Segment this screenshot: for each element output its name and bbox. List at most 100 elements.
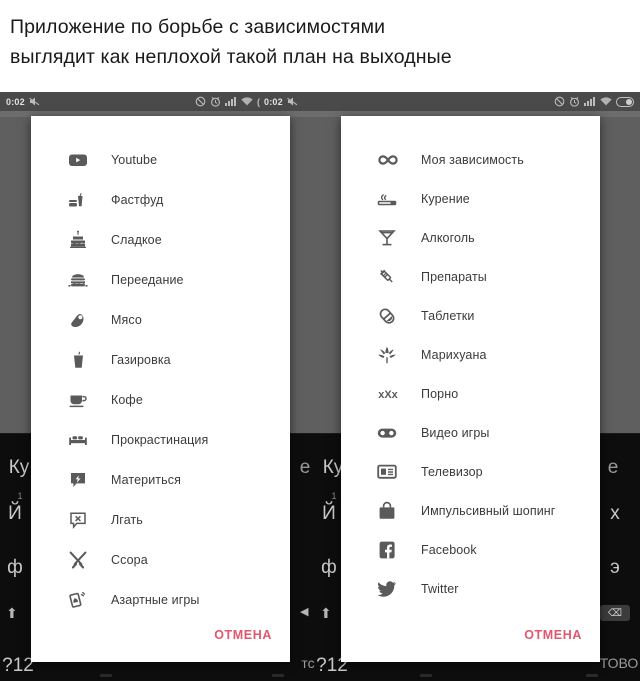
list-item[interactable]: Лгать xyxy=(31,500,290,540)
status-separator: ( xyxy=(257,96,260,107)
mute-icon xyxy=(554,96,565,107)
list-item-label: Youtube xyxy=(111,153,158,167)
meat-icon xyxy=(65,307,91,333)
list-item[interactable]: Сладкое xyxy=(31,220,290,260)
keyboard-key[interactable]: е xyxy=(296,457,314,479)
keyboard-key[interactable]: э xyxy=(604,557,626,579)
dialog-actions-left: ОТМЕНА xyxy=(31,608,290,662)
list-item[interactable]: Youtube xyxy=(31,140,290,180)
list-item[interactable]: Курение xyxy=(341,179,600,218)
list-item-label: Азартные игры xyxy=(111,593,200,607)
list-item[interactable]: Facebook xyxy=(341,530,600,569)
list-item[interactable]: Марихуана xyxy=(341,335,600,374)
status-clock-middle: 0:02 xyxy=(264,96,283,107)
list-item-label: Материться xyxy=(111,473,181,487)
cancel-button[interactable]: ОТМЕНА xyxy=(524,628,582,642)
keyboard-key[interactable]: х xyxy=(604,503,626,525)
wifi-icon xyxy=(241,97,253,106)
list-item[interactable]: Телевизор xyxy=(341,452,600,491)
list-item-label: Курение xyxy=(421,191,470,206)
list-item[interactable]: Таблетки xyxy=(341,296,600,335)
mute-icon xyxy=(287,97,298,106)
cigarette-icon xyxy=(375,186,401,212)
keyboard-key[interactable]: е xyxy=(604,457,622,479)
list-item[interactable]: Ссора xyxy=(31,540,290,580)
status-bar-left: 0:02 xyxy=(6,97,40,107)
keyboard-key[interactable]: ф xyxy=(318,557,340,579)
list-item[interactable]: xXx Порно xyxy=(341,374,600,413)
dialog-left: Youtube Фастфуд Сладкое Переедание Мясо … xyxy=(31,116,290,662)
list-item[interactable]: Импульсивный шопинг xyxy=(341,491,600,530)
cake-icon xyxy=(65,227,91,253)
facebook-icon xyxy=(375,537,401,563)
list-item-label: Моя зависимость xyxy=(421,152,524,167)
screenshot-root: Приложение по борьбе с зависимостями выг… xyxy=(0,0,640,681)
syringe-icon xyxy=(375,264,401,290)
list-item-label: Сладкое xyxy=(111,233,162,247)
list-item-label: Кофе xyxy=(111,393,143,407)
shift-arrow-icon[interactable]: ⬆ xyxy=(320,605,332,622)
addiction-list-right: Моя зависимость Курение Алкоголь Препара… xyxy=(341,116,600,608)
list-item-label: Twitter xyxy=(421,581,459,596)
pill-icon xyxy=(375,303,401,329)
phone-screenshot: 0:02 ( 0:02 Ку 1 Й ф ⬆ ?12 е ◀ тс Ку 1 Й… xyxy=(0,92,640,681)
list-item-label: Facebook xyxy=(421,542,477,557)
keyboard-key[interactable]: ТОВО xyxy=(596,655,640,671)
signal-icon xyxy=(225,97,237,106)
television-icon xyxy=(375,459,401,485)
infinity-icon xyxy=(375,147,401,173)
keyboard-key-hint: 1 xyxy=(331,491,337,501)
list-item-label: Марихуана xyxy=(421,347,487,362)
list-item-label: Прокрастинация xyxy=(111,433,209,447)
list-item-label: Мясо xyxy=(111,313,142,327)
signal-icon xyxy=(584,97,596,106)
list-item[interactable]: Газировка xyxy=(31,340,290,380)
crossed-swords-icon xyxy=(65,547,91,573)
list-item-label: Фастфуд xyxy=(111,193,164,207)
cancel-button[interactable]: ОТМЕНА xyxy=(214,628,272,642)
soda-cup-icon xyxy=(65,347,91,373)
bed-icon xyxy=(65,427,91,453)
list-item-label: Газировка xyxy=(111,353,171,367)
list-item-label: Лгать xyxy=(111,513,143,527)
list-item-label: Переедание xyxy=(111,273,184,287)
list-item-label: Алкоголь xyxy=(421,230,475,245)
status-bar-middle: ( 0:02 xyxy=(195,96,298,107)
gamepad-icon xyxy=(375,420,401,446)
caption-block: Приложение по борьбе с зависимостями выг… xyxy=(0,0,640,92)
status-bar: 0:02 ( 0:02 xyxy=(0,92,640,111)
shift-arrow-icon[interactable]: ⬆ xyxy=(6,605,18,622)
shopping-bag-icon xyxy=(375,498,401,524)
list-item[interactable]: Алкоголь xyxy=(341,218,600,257)
backspace-icon[interactable]: ⌫ xyxy=(600,605,630,621)
left-arrow-icon[interactable]: ◀ xyxy=(300,605,308,618)
list-item-label: Импульсивный шопинг xyxy=(421,503,556,518)
mute-icon xyxy=(195,96,206,107)
lie-bubble-icon xyxy=(65,507,91,533)
svg-text:xXx: xXx xyxy=(378,389,398,401)
keyboard-key-hint: 1 xyxy=(17,491,23,501)
burger-icon xyxy=(65,267,91,293)
keyboard-key[interactable]: ф xyxy=(4,557,26,579)
twitter-bird-icon xyxy=(375,576,401,602)
list-item[interactable]: Моя зависимость xyxy=(341,140,600,179)
list-item[interactable]: Переедание xyxy=(31,260,290,300)
list-item[interactable]: Видео игры xyxy=(341,413,600,452)
status-clock-left: 0:02 xyxy=(6,96,25,107)
fastfood-icon xyxy=(65,187,91,213)
list-item[interactable]: Фастфуд xyxy=(31,180,290,220)
list-item-label: Препараты xyxy=(421,269,487,284)
list-item[interactable]: Материться xyxy=(31,460,290,500)
keyboard-key[interactable]: Й xyxy=(4,503,26,525)
dialog-actions-right: ОТМЕНА xyxy=(341,608,600,662)
list-item[interactable]: Twitter xyxy=(341,569,600,608)
list-item[interactable]: Мясо xyxy=(31,300,290,340)
list-item-label: Ссора xyxy=(111,553,148,567)
list-item-label: Порно xyxy=(421,386,459,401)
list-item[interactable]: Кофе xyxy=(31,380,290,420)
list-item[interactable]: Прокрастинация xyxy=(31,420,290,460)
list-item[interactable]: Препараты xyxy=(341,257,600,296)
xxx-icon: xXx xyxy=(375,381,401,407)
keyboard-key[interactable]: Й xyxy=(318,503,340,525)
coffee-cup-icon xyxy=(65,387,91,413)
